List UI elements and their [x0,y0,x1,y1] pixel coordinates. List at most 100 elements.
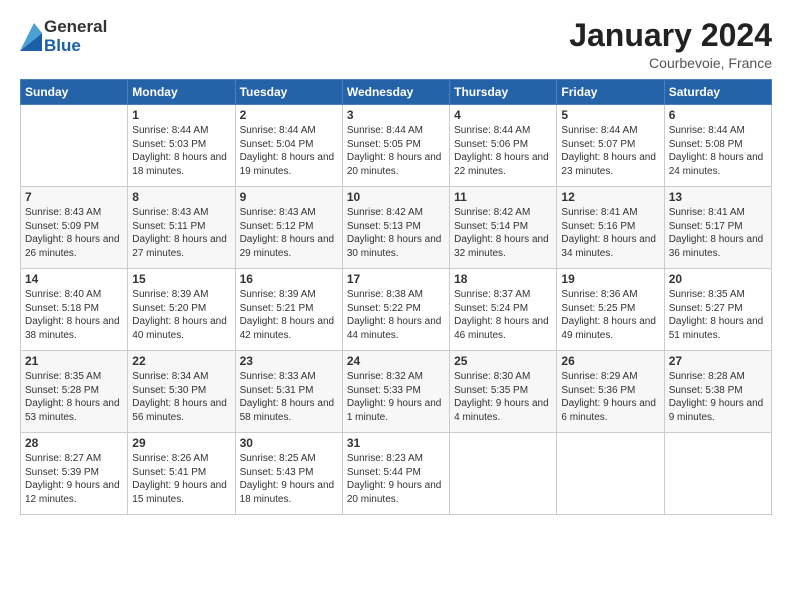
col-friday: Friday [557,80,664,105]
day-number: 18 [454,272,552,286]
calendar-cell: 6 Sunrise: 8:44 AMSunset: 5:08 PMDaylight… [664,105,771,187]
calendar-cell: 8 Sunrise: 8:43 AMSunset: 5:11 PMDaylight… [128,187,235,269]
day-number: 31 [347,436,445,450]
calendar-cell: 25 Sunrise: 8:30 AMSunset: 5:35 PMDayligh… [450,351,557,433]
calendar-cell: 27 Sunrise: 8:28 AMSunset: 5:38 PMDayligh… [664,351,771,433]
cell-info: Sunrise: 8:28 AMSunset: 5:38 PMDaylight:… [669,370,767,424]
calendar-cell: 18 Sunrise: 8:37 AMSunset: 5:24 PMDayligh… [450,269,557,351]
cell-info: Sunrise: 8:29 AMSunset: 5:36 PMDaylight:… [561,370,659,424]
col-thursday: Thursday [450,80,557,105]
day-number: 14 [25,272,123,286]
cell-info: Sunrise: 8:41 AMSunset: 5:16 PMDaylight:… [561,206,659,260]
calendar-cell: 10Sunrise: 8:42 AMSunset: 5:13 PMDayligh… [342,187,449,269]
day-number: 6 [669,108,767,122]
calendar-cell: 26 Sunrise: 8:29 AMSunset: 5:36 PMDayligh… [557,351,664,433]
calendar-cell: 11 Sunrise: 8:42 AMSunset: 5:14 PMDayligh… [450,187,557,269]
cell-info: Sunrise: 8:44 AMSunset: 5:04 PMDaylight:… [240,124,338,178]
day-number: 25 [454,354,552,368]
calendar-cell: 30 Sunrise: 8:25 AMSunset: 5:43 PMDayligh… [235,433,342,515]
calendar-cell: 31 Sunrise: 8:23 AMSunset: 5:44 PMDayligh… [342,433,449,515]
cell-info: Sunrise: 8:42 AMSunset: 5:14 PMDaylight:… [454,206,552,260]
calendar-cell: 28Sunrise: 8:27 AMSunset: 5:39 PMDayligh… [21,433,128,515]
calendar-cell: 29 Sunrise: 8:26 AMSunset: 5:41 PMDayligh… [128,433,235,515]
logo: General Blue [20,18,107,55]
location: Courbevoie, France [569,55,772,71]
cell-info: Sunrise: 8:44 AMSunset: 5:08 PMDaylight:… [669,124,767,178]
cell-info: Sunrise: 8:23 AMSunset: 5:44 PMDaylight:… [347,452,445,506]
logo-blue-label: Blue [44,37,107,56]
calendar-cell: 22 Sunrise: 8:34 AMSunset: 5:30 PMDayligh… [128,351,235,433]
day-number: 16 [240,272,338,286]
day-number: 29 [132,436,230,450]
day-number: 24 [347,354,445,368]
cell-info: Sunrise: 8:39 AMSunset: 5:20 PMDaylight:… [132,288,230,342]
cell-info: Sunrise: 8:35 AMSunset: 5:28 PMDaylight:… [25,370,123,424]
cell-info: Sunrise: 8:25 AMSunset: 5:43 PMDaylight:… [240,452,338,506]
day-number: 15 [132,272,230,286]
logo-text: General Blue [44,18,107,55]
day-number: 30 [240,436,338,450]
calendar-cell: 17 Sunrise: 8:38 AMSunset: 5:22 PMDayligh… [342,269,449,351]
day-number: 9 [240,190,338,204]
title-block: January 2024 Courbevoie, France [569,18,772,71]
calendar-cell: 5 Sunrise: 8:44 AMSunset: 5:07 PMDaylight… [557,105,664,187]
day-number: 11 [454,190,552,204]
calendar-cell: 24 Sunrise: 8:32 AMSunset: 5:33 PMDayligh… [342,351,449,433]
calendar-cell: 12 Sunrise: 8:41 AMSunset: 5:16 PMDayligh… [557,187,664,269]
calendar-cell: 15 Sunrise: 8:39 AMSunset: 5:20 PMDayligh… [128,269,235,351]
cell-info: Sunrise: 8:38 AMSunset: 5:22 PMDaylight:… [347,288,445,342]
month-title: January 2024 [569,18,772,53]
day-number: 7 [25,190,123,204]
day-number: 22 [132,354,230,368]
day-number: 20 [669,272,767,286]
day-number: 12 [561,190,659,204]
calendar-cell: 19 Sunrise: 8:36 AMSunset: 5:25 PMDayligh… [557,269,664,351]
cell-info: Sunrise: 8:41 AMSunset: 5:17 PMDaylight:… [669,206,767,260]
cell-info: Sunrise: 8:36 AMSunset: 5:25 PMDaylight:… [561,288,659,342]
calendar-week-5: 28Sunrise: 8:27 AMSunset: 5:39 PMDayligh… [21,433,772,515]
calendar-cell: 2 Sunrise: 8:44 AMSunset: 5:04 PMDaylight… [235,105,342,187]
calendar-cell: 16 Sunrise: 8:39 AMSunset: 5:21 PMDayligh… [235,269,342,351]
day-number: 19 [561,272,659,286]
day-number: 5 [561,108,659,122]
calendar-cell: 4 Sunrise: 8:44 AMSunset: 5:06 PMDaylight… [450,105,557,187]
cell-info: Sunrise: 8:44 AMSunset: 5:07 PMDaylight:… [561,124,659,178]
col-saturday: Saturday [664,80,771,105]
col-wednesday: Wednesday [342,80,449,105]
day-number: 21 [25,354,123,368]
cell-info: Sunrise: 8:33 AMSunset: 5:31 PMDaylight:… [240,370,338,424]
calendar-cell [557,433,664,515]
calendar-cell [664,433,771,515]
cell-info: Sunrise: 8:32 AMSunset: 5:33 PMDaylight:… [347,370,445,424]
day-number: 26 [561,354,659,368]
calendar-week-3: 14 Sunrise: 8:40 AMSunset: 5:18 PMDayligh… [21,269,772,351]
calendar-cell: 1Sunrise: 8:44 AMSunset: 5:03 PMDaylight… [128,105,235,187]
day-number: 23 [240,354,338,368]
day-number: 8 [132,190,230,204]
cell-info: Sunrise: 8:34 AMSunset: 5:30 PMDaylight:… [132,370,230,424]
day-number: 17 [347,272,445,286]
calendar-week-1: 1Sunrise: 8:44 AMSunset: 5:03 PMDaylight… [21,105,772,187]
col-monday: Monday [128,80,235,105]
day-number: 13 [669,190,767,204]
calendar-cell: 9Sunrise: 8:43 AMSunset: 5:12 PMDaylight… [235,187,342,269]
calendar-cell: 7Sunrise: 8:43 AMSunset: 5:09 PMDaylight… [21,187,128,269]
cell-info: Sunrise: 8:43 AMSunset: 5:11 PMDaylight:… [132,206,230,260]
day-number: 4 [454,108,552,122]
cell-info: Sunrise: 8:40 AMSunset: 5:18 PMDaylight:… [25,288,123,342]
day-number: 2 [240,108,338,122]
calendar-cell [21,105,128,187]
day-number: 1 [132,108,230,122]
cell-info: Sunrise: 8:44 AMSunset: 5:06 PMDaylight:… [454,124,552,178]
calendar-cell: 21 Sunrise: 8:35 AMSunset: 5:28 PMDayligh… [21,351,128,433]
day-number: 27 [669,354,767,368]
day-number: 3 [347,108,445,122]
col-tuesday: Tuesday [235,80,342,105]
calendar-week-4: 21 Sunrise: 8:35 AMSunset: 5:28 PMDayligh… [21,351,772,433]
cell-info: Sunrise: 8:37 AMSunset: 5:24 PMDaylight:… [454,288,552,342]
cell-info: Sunrise: 8:30 AMSunset: 5:35 PMDaylight:… [454,370,552,424]
cell-info: Sunrise: 8:39 AMSunset: 5:21 PMDaylight:… [240,288,338,342]
cell-info: Sunrise: 8:26 AMSunset: 5:41 PMDaylight:… [132,452,230,506]
header-row: Sunday Monday Tuesday Wednesday Thursday… [21,80,772,105]
cell-info: Sunrise: 8:35 AMSunset: 5:27 PMDaylight:… [669,288,767,342]
